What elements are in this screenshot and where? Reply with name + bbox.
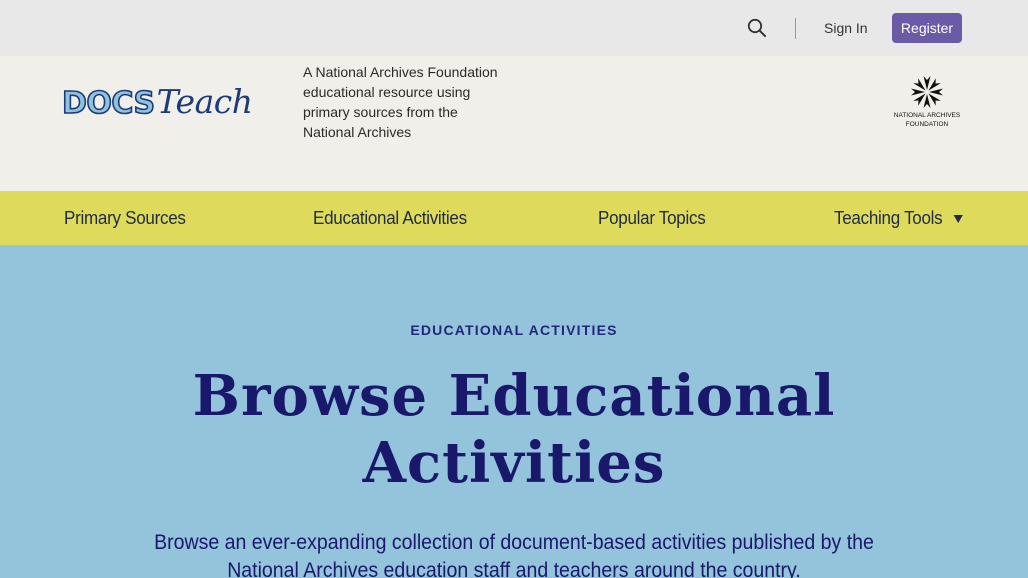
nav-item-primary-sources[interactable]: Primary Sources [64, 191, 186, 245]
hero-section: EDUCATIONAL ACTIVITIES Browse Educationa… [0, 245, 1028, 578]
naf-logo-line2: FOUNDATION [905, 121, 949, 128]
nav-item-label: Primary Sources [64, 207, 186, 228]
nav-item-educational-activities[interactable]: Educational Activities [313, 191, 467, 245]
docsteach-logo[interactable]: DOCS Teach [61, 82, 253, 122]
nav-item-popular-topics[interactable]: Popular Topics [598, 191, 706, 245]
sign-in-link[interactable]: Sign In [824, 20, 868, 36]
logo-docs-text: DOCS [61, 85, 156, 122]
site-header: DOCS Teach A National Archives Foundatio… [0, 56, 1028, 191]
search-icon-graphic [747, 18, 766, 37]
logo-teach-text: Teach [156, 82, 253, 121]
utility-bar: Sign In Register [0, 0, 1028, 56]
utility-divider [795, 18, 796, 39]
nav-item-label: Teaching Tools [834, 207, 943, 228]
search-icon[interactable] [746, 17, 768, 39]
site-tagline: A National Archives Foundation education… [303, 64, 498, 140]
main-navigation: Primary Sources Educational Activities P… [0, 191, 1028, 245]
nav-item-label: Educational Activities [313, 207, 467, 228]
hero-eyebrow: EDUCATIONAL ACTIVITIES [410, 322, 618, 338]
hero-description: Browse an ever-expanding collection of d… [154, 531, 874, 578]
naf-logo-line1: NATIONAL ARCHIVES [893, 112, 961, 119]
nav-item-teaching-tools[interactable]: Teaching Tools [834, 191, 963, 245]
page-title: Browse Educational Activities [192, 363, 836, 496]
national-archives-foundation-logo[interactable]: NATIONAL ARCHIVES FOUNDATION [890, 74, 964, 130]
caret-down-icon [953, 215, 963, 224]
naf-star-icon [911, 76, 943, 108]
nav-item-label: Popular Topics [598, 207, 706, 228]
register-button[interactable]: Register [892, 13, 962, 43]
